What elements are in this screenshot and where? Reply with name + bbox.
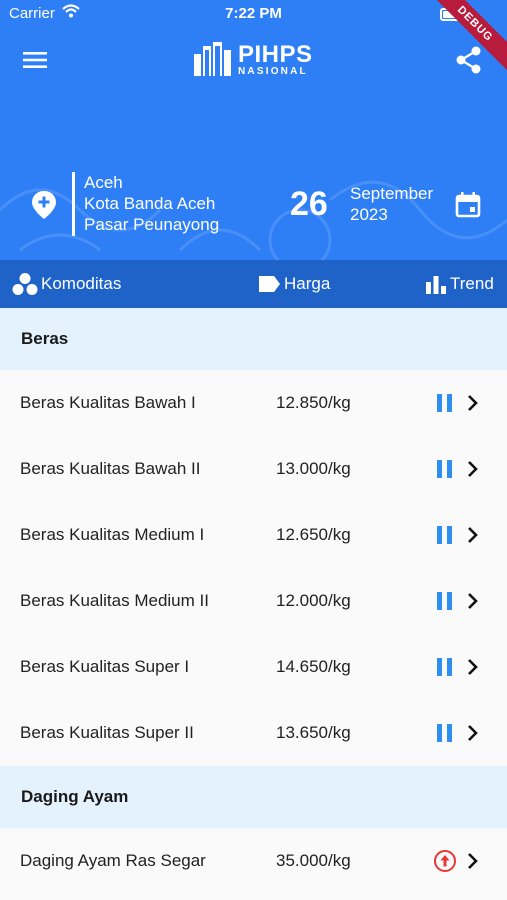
commodity-name: Daging Ayam Ras Segar [20,851,206,870]
date-month: September [350,184,434,203]
tab-komoditas[interactable]: Komoditas [12,260,121,308]
tab-trend-label: Trend [450,274,494,293]
price-stable-icon [437,526,452,544]
date-year: 2023 [350,205,388,224]
price-stable-icon [437,658,452,676]
commodity-price: 13.650/kg [276,723,351,742]
commodity-row[interactable]: Beras Kualitas Super II 13.650/kg [0,700,507,766]
pihps-logo: PIHPS NASIONAL [192,40,322,80]
tag-icon [259,276,280,292]
status-bar: Carrier 7:22 PM [0,0,507,28]
commodity-price: 12.850/kg [276,393,351,412]
commodity-name: Beras Kualitas Bawah I [20,393,196,412]
commodity-row[interactable]: Beras Kualitas Medium II 12.000/kg [0,568,507,634]
commodity-price: 14.650/kg [276,657,351,676]
commodity-price: 35.000/kg [276,851,351,870]
chevron-right-icon [468,725,478,741]
location-market: Pasar Peunayong [84,215,220,234]
chevron-right-icon [468,853,478,869]
tab-trend[interactable]: Trend [425,260,494,308]
section-title: Daging Ayam [21,787,129,806]
commodity-name: Beras Kualitas Super II [20,723,194,742]
commodity-name: Beras Kualitas Medium II [20,591,209,610]
calendar-icon[interactable] [455,191,481,219]
chevron-right-icon [468,659,478,675]
price-up-icon [434,850,456,872]
date-day: 26 [290,185,328,223]
price-stable-icon [437,592,452,610]
price-stable-icon [437,460,452,478]
building-logo-icon [194,42,231,76]
menu-icon[interactable] [20,46,50,74]
commodity-row[interactable]: Beras Kualitas Bawah II 13.000/kg [0,436,507,502]
commodity-list: Beras Beras Kualitas Bawah I 12.850/kg Bera… [0,308,507,894]
commodity-row[interactable]: Beras Kualitas Medium I 12.650/kg [0,502,507,568]
section-title: Beras [21,329,69,348]
commodity-row[interactable]: Beras Kualitas Bawah I 12.850/kg [0,370,507,436]
chevron-right-icon [468,461,478,477]
app-header: Carrier 7:22 PM DEBUG PIHPS NASIONAL Ace… [0,0,507,260]
chevron-right-icon [468,527,478,543]
price-stable-icon [437,394,452,412]
commodity-price: 12.000/kg [276,591,351,610]
tab-harga[interactable]: Harga [257,260,330,308]
commodity-price: 12.650/kg [276,525,351,544]
logo-subtitle: NASIONAL [238,66,308,77]
location-selector[interactable]: Aceh Kota Banda Aceh Pasar Peunayong [84,172,219,235]
status-time: 7:22 PM [225,5,282,22]
tab-bar: Komoditas Harga Trend [0,260,507,308]
chevron-right-icon [468,395,478,411]
location-city: Kota Banda Aceh [84,194,216,213]
section-header: Beras [0,308,507,370]
location-province: Aceh [84,173,123,192]
section-header: Daging Ayam [0,766,507,828]
bar-chart-icon [426,276,446,294]
location-pin-icon[interactable] [30,190,58,220]
share-icon[interactable] [454,45,484,75]
komoditas-icon [12,273,38,295]
commodity-row[interactable]: Daging Ayam Ras Segar 35.000/kg [0,828,507,894]
commodity-name: Beras Kualitas Bawah II [20,459,201,478]
location-divider [72,172,75,236]
date-month-year: September 2023 [350,183,433,225]
commodity-row[interactable]: Beras Kualitas Super I 14.650/kg [0,634,507,700]
tab-komoditas-label: Komoditas [41,274,122,293]
commodity-price: 13.000/kg [276,459,351,478]
chevron-right-icon [468,593,478,609]
commodity-name: Beras Kualitas Medium I [20,525,205,544]
logo-title: PIHPS [238,41,313,68]
commodity-name: Beras Kualitas Super I [20,657,190,676]
price-stable-icon [437,724,452,742]
tab-harga-label: Harga [284,274,331,293]
